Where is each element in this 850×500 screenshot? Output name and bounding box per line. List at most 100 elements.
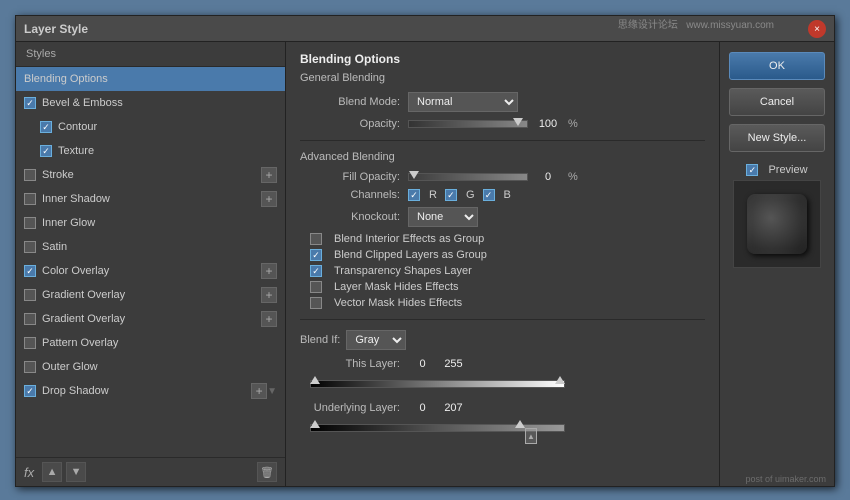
- vector-mask-hides-checkbox[interactable]: [310, 297, 322, 309]
- separator-1: [300, 140, 705, 141]
- scroll-indicator: ▼: [267, 386, 277, 397]
- vector-mask-hides-row: Vector Mask Hides Effects: [300, 297, 705, 309]
- sidebar-item-label: Gradient Overlay: [42, 313, 261, 325]
- blend-if-select[interactable]: Gray Red Green Blue: [346, 330, 406, 350]
- blend-interior-checkbox[interactable]: [310, 233, 322, 245]
- color-overlay-checkbox[interactable]: [24, 265, 36, 277]
- preview-checkbox[interactable]: [746, 164, 758, 176]
- sidebar-item-satin[interactable]: Satin: [16, 235, 285, 259]
- pattern-overlay-checkbox[interactable]: [24, 337, 36, 349]
- contour-checkbox[interactable]: [40, 121, 52, 133]
- bevel-emboss-checkbox[interactable]: [24, 97, 36, 109]
- inner-shadow-checkbox[interactable]: [24, 193, 36, 205]
- blend-clipped-label: Blend Clipped Layers as Group: [334, 249, 487, 261]
- underlying-layer-max: 207: [441, 402, 466, 414]
- sidebar-item-label: Texture: [58, 145, 277, 157]
- sidebar-item-stroke[interactable]: Stroke +: [16, 163, 285, 187]
- preview-label: Preview: [768, 164, 807, 176]
- this-layer-thumb-right[interactable]: [555, 376, 565, 384]
- transparency-shapes-checkbox[interactable]: [310, 265, 322, 277]
- outer-glow-checkbox[interactable]: [24, 361, 36, 373]
- sidebar-item-color-overlay[interactable]: Color Overlay +: [16, 259, 285, 283]
- drop-shadow-checkbox[interactable]: [24, 385, 36, 397]
- this-layer-max: 255: [441, 358, 466, 370]
- styles-header: Styles: [16, 42, 285, 67]
- sidebar-item-label: Outer Glow: [42, 361, 277, 373]
- sidebar-item-blending-options[interactable]: Blending Options: [16, 67, 285, 91]
- gradient-overlay-1-checkbox[interactable]: [24, 289, 36, 301]
- opacity-label: Opacity:: [300, 118, 400, 130]
- middle-panel: Blending Options General Blending Blend …: [286, 42, 719, 486]
- new-style-button[interactable]: New Style...: [729, 124, 825, 152]
- gradient-overlay-2-add-button[interactable]: +: [261, 311, 277, 327]
- sidebar-item-label: Color Overlay: [42, 265, 261, 277]
- close-button[interactable]: ×: [808, 20, 826, 38]
- sidebar-item-gradient-overlay-1[interactable]: Gradient Overlay +: [16, 283, 285, 307]
- move-down-button[interactable]: ▼: [66, 462, 86, 482]
- satin-checkbox[interactable]: [24, 241, 36, 253]
- this-layer-slider[interactable]: [310, 376, 565, 392]
- color-overlay-add-button[interactable]: +: [261, 263, 277, 279]
- fill-thumb[interactable]: [409, 171, 419, 179]
- inner-shadow-add-button[interactable]: +: [261, 191, 277, 207]
- sidebar-item-contour[interactable]: Contour: [16, 115, 285, 139]
- sidebar-item-inner-shadow[interactable]: Inner Shadow +: [16, 187, 285, 211]
- blend-interior-row: Blend Interior Effects as Group: [300, 233, 705, 245]
- delete-button[interactable]: 🗑: [257, 462, 277, 482]
- sidebar-item-texture[interactable]: Texture: [16, 139, 285, 163]
- fill-opacity-row: Fill Opacity: 0 %: [300, 171, 705, 183]
- sidebar-item-bevel-emboss[interactable]: Bevel & Emboss: [16, 91, 285, 115]
- knockout-label: Knockout:: [300, 211, 400, 223]
- layer-mask-hides-checkbox[interactable]: [310, 281, 322, 293]
- sidebar-item-label: Blending Options: [24, 73, 277, 85]
- blending-options-title: Blending Options: [300, 52, 705, 66]
- preview-checkbox-row: Preview: [746, 164, 807, 176]
- blend-mode-select[interactable]: Normal Dissolve Darken Multiply: [408, 92, 518, 112]
- inner-glow-checkbox[interactable]: [24, 217, 36, 229]
- channel-r-item: R: [408, 189, 437, 201]
- cancel-button[interactable]: Cancel: [729, 88, 825, 116]
- texture-checkbox[interactable]: [40, 145, 52, 157]
- ok-button[interactable]: OK: [729, 52, 825, 80]
- gradient-overlay-2-checkbox[interactable]: [24, 313, 36, 325]
- knockout-row: Knockout: None Shallow Deep: [300, 207, 705, 227]
- fill-opacity-slider[interactable]: [408, 173, 528, 181]
- move-up-button[interactable]: ▲: [42, 462, 62, 482]
- sidebar-item-label: Inner Shadow: [42, 193, 261, 205]
- layer-list: Blending Options Bevel & Emboss Contour …: [16, 67, 285, 457]
- this-layer-label: This Layer:: [300, 358, 400, 370]
- blend-mode-row: Blend Mode: Normal Dissolve Darken Multi…: [300, 92, 705, 112]
- sidebar-item-label: Bevel & Emboss: [42, 97, 277, 109]
- vector-mask-hides-label: Vector Mask Hides Effects: [334, 297, 462, 309]
- sidebar-item-gradient-overlay-2[interactable]: Gradient Overlay +: [16, 307, 285, 331]
- opacity-slider-container: 100 %: [408, 118, 578, 130]
- fx-label: fx: [24, 465, 34, 480]
- channel-b-checkbox[interactable]: [483, 189, 495, 201]
- underlying-layer-thumb-right[interactable]: [515, 420, 525, 428]
- gradient-overlay-1-add-button[interactable]: +: [261, 287, 277, 303]
- opacity-value: 100: [532, 118, 564, 130]
- opacity-slider[interactable]: [408, 120, 528, 128]
- this-layer-thumb-left[interactable]: [310, 376, 320, 384]
- separator-2: [300, 319, 705, 320]
- stroke-checkbox[interactable]: [24, 169, 36, 181]
- blend-clipped-checkbox[interactable]: [310, 249, 322, 261]
- bottom-toolbar: fx ▲ ▼ 🗑: [16, 457, 285, 486]
- opacity-thumb[interactable]: [513, 118, 523, 126]
- layer-mask-hides-label: Layer Mask Hides Effects: [334, 281, 459, 293]
- sidebar-item-label: Contour: [58, 121, 277, 133]
- this-layer-row: This Layer: 0 255: [300, 358, 705, 370]
- transparency-shapes-label: Transparency Shapes Layer: [334, 265, 472, 277]
- underlying-layer-thumb-left[interactable]: [310, 420, 320, 428]
- sidebar-item-inner-glow[interactable]: Inner Glow: [16, 211, 285, 235]
- channel-g-checkbox[interactable]: [445, 189, 457, 201]
- drop-shadow-add-button[interactable]: +: [251, 383, 267, 399]
- sidebar-item-pattern-overlay[interactable]: Pattern Overlay: [16, 331, 285, 355]
- channel-r-checkbox[interactable]: [408, 189, 420, 201]
- stroke-add-button[interactable]: +: [261, 167, 277, 183]
- underlying-layer-row: Underlying Layer: 0 207: [300, 402, 705, 414]
- right-panel: OK Cancel New Style... Preview: [719, 42, 834, 486]
- knockout-select[interactable]: None Shallow Deep: [408, 207, 478, 227]
- sidebar-item-outer-glow[interactable]: Outer Glow: [16, 355, 285, 379]
- sidebar-item-drop-shadow[interactable]: Drop Shadow + ▼: [16, 379, 285, 403]
